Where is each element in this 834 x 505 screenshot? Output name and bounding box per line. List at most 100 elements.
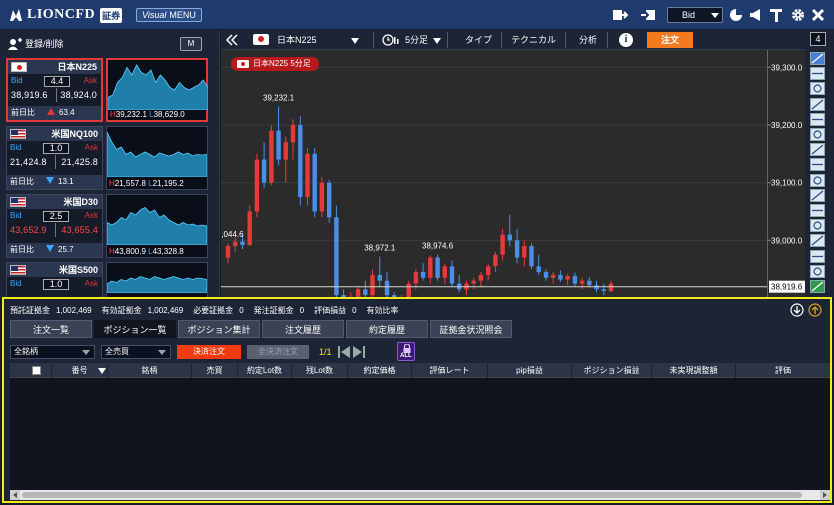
column-header[interactable]: pip損益 [488,363,572,378]
horizontal-line-icon[interactable] [810,112,825,126]
chevron-down-icon[interactable] [351,38,359,44]
brand-logo: LIONCFD 証券 [8,6,123,24]
tab-1[interactable]: ポジション一覧 [94,320,176,338]
excel-export-icon[interactable] [810,280,825,293]
wave-icon[interactable] [810,188,825,202]
column-header[interactable]: 売買 [192,363,238,378]
technical-button[interactable]: テクニカル [507,33,560,47]
gann-icon[interactable] [810,234,825,248]
side-filter-value: 全売買 [105,347,129,356]
vertical-line-icon[interactable] [810,128,825,141]
scroll-thumb[interactable] [22,492,802,498]
all-lock-button[interactable]: ALL [397,342,415,361]
cycle-icon[interactable] [810,173,825,187]
timeframe-select[interactable]: 5分足 [401,33,432,47]
price-annotation: 38,972.1 [364,244,396,253]
tab-0[interactable]: 注文一覧 [10,320,92,338]
column-header[interactable]: 約定価格 [348,363,412,378]
eraser-icon[interactable] [810,249,825,263]
next-page-icon[interactable] [352,345,366,359]
tab-2[interactable]: ポジション集計 [178,320,260,338]
settle-order-button[interactable]: 決済注文 [177,345,241,359]
visual-menu-button[interactable]: Visual MENU [136,8,202,22]
channel-icon[interactable] [810,143,825,157]
chart-type-button[interactable]: タイプ [461,33,496,47]
price-chart[interactable]: 39,232.1 38,972.1 38,974.6 39,044.6 日本N225 … [212,50,767,304]
tab-4[interactable]: 約定履歴 [346,320,428,338]
scroll-up-icon[interactable] [808,303,822,317]
text-lines-icon[interactable] [810,219,825,233]
drawing-tools-strip: 4 [805,30,834,298]
close-icon[interactable] [810,8,826,22]
measure-icon[interactable] [810,264,825,278]
grid-lines-icon[interactable] [810,204,825,217]
column-header[interactable]: 評価レート [412,363,488,378]
chevron-down-icon[interactable] [433,38,441,44]
instrument-quote[interactable]: 米国NQ100 Bid Ask 1.0 21,424.8 21,425.8 前日比 13.1 [6,126,103,190]
register-delete-button[interactable]: 登録/削除 [8,37,64,50]
order-button[interactable]: 注文 [647,32,693,48]
candle-body [225,246,231,258]
bid-price[interactable]: 43,652.9 [10,225,47,235]
chart-count: 4 [815,34,821,44]
login-icon[interactable] [640,8,656,22]
bid-price[interactable]: 38,919.6 [11,90,48,100]
instrument-card[interactable]: 米国D30 Bid Ask 2.5 43,652.9 43,655.4 前日比 25.7 H43… [6,194,208,258]
clock-icon[interactable] [728,8,744,22]
info-icon[interactable]: i [619,33,633,47]
chart-count-indicator[interactable]: 4 [810,32,826,46]
analysis-button[interactable]: 分析 [575,33,601,47]
chart-instrument-select[interactable]: 日本N225 [273,33,321,47]
sparkline-chart[interactable]: H43,800.9 L43,328.8 [106,194,208,258]
prev-page-icon[interactable] [337,345,351,359]
ask-price[interactable]: 38,924.0 [60,90,97,100]
logout-icon[interactable] [612,8,628,22]
crosshair-icon[interactable] [810,52,825,65]
ask-price[interactable]: 21,425.8 [61,157,98,167]
column-header[interactable]: 評価 [736,363,830,378]
column-header[interactable]: 銘柄 [108,363,192,378]
gear-icon[interactable] [790,8,806,22]
sparkline-chart[interactable]: H21,557.8 L21,195.2 [106,126,208,190]
megaphone-icon[interactable] [748,8,764,22]
settle-all-button[interactable]: 全決済注文 [247,345,309,359]
candle-body [442,266,447,278]
horizontal-scrollbar[interactable] [10,490,830,500]
side-filter-select[interactable]: 全売買 [101,345,171,359]
ask-price[interactable]: 43,655.4 [61,225,98,235]
candle-body [428,257,433,278]
price-axis[interactable]: 39,300.0 39,200.0 39,100.0 39,000.0 38,919.6 [767,50,806,298]
double-chevron-left-icon[interactable] [225,34,239,46]
sort-down-icon[interactable] [98,368,106,374]
instrument-card[interactable]: 米国S500 Bid Ask 1.0 [6,262,208,326]
tools-icon[interactable] [768,8,784,22]
column-header[interactable]: 約定Lot数 [238,363,292,378]
ray-line-icon[interactable] [810,97,825,111]
tab-3[interactable]: 注文履歴 [262,320,344,338]
select-all-checkbox[interactable] [32,366,41,375]
m-size-button[interactable]: M [180,37,202,51]
fibonacci-icon[interactable] [810,158,825,172]
scroll-down-icon[interactable] [790,303,804,317]
symbol-filter-select[interactable]: 全銘柄 [10,345,95,359]
instrument-card[interactable]: 米国NQ100 Bid Ask 1.0 21,424.8 21,425.8 前日比 13.1 H… [6,126,208,190]
column-header[interactable]: ポジション損益 [572,363,652,378]
high-value: 21,557.8 [114,179,146,188]
sparkline-chart[interactable]: H39,232.1 L38,629.0 [106,58,208,122]
bid-price[interactable]: 21,424.8 [10,157,47,167]
scroll-right-icon[interactable] [820,490,830,500]
scroll-left-icon[interactable] [10,490,20,500]
candle-body [312,153,317,212]
candle-body [261,159,267,183]
column-header[interactable]: 未実現調整額 [652,363,736,378]
tab-5[interactable]: 証拠金状況照会 [430,320,512,338]
column-header[interactable]: 残Lot数 [292,363,348,378]
price-type-select[interactable]: Bid [667,7,723,23]
chevron-down-icon [711,13,719,18]
instrument-quote[interactable]: 米国D30 Bid Ask 2.5 43,652.9 43,655.4 前日比 25.7 [6,194,103,258]
high-low: H39,232.1 L38,629.0 [110,110,185,119]
trend-line-icon[interactable] [810,82,825,96]
cursor-icon[interactable] [810,67,825,81]
instrument-quote[interactable]: 日本N225 Bid Ask 4.4 38,919.6 38,924.0 前日比 63.4 [6,58,103,122]
instrument-card[interactable]: 日本N225 Bid Ask 4.4 38,919.6 38,924.0 前日比 63.4 H3… [6,58,208,122]
